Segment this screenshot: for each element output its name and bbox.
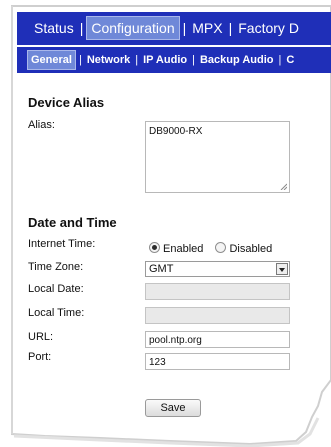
internet-time-disabled-option[interactable]: Disabled — [215, 242, 273, 255]
device-alias-heading: Device Alias — [28, 95, 105, 110]
subnav-separator: | — [192, 54, 195, 66]
subnav-separator: | — [78, 54, 82, 66]
sub-nav-bar: General | Network | IP Audio | Backup Audio | C — [17, 47, 331, 73]
nav-separator: | — [79, 20, 84, 36]
subtab-general[interactable]: General — [27, 50, 76, 70]
internet-time-enabled-option[interactable]: Enabled — [149, 242, 204, 255]
subnav-separator: | — [278, 54, 282, 66]
port-label: Port: — [28, 351, 52, 363]
resize-grip-icon[interactable] — [280, 183, 287, 190]
subtab-network[interactable]: Network — [85, 47, 132, 73]
port-input[interactable]: 123 — [145, 353, 290, 370]
main-nav-bar: Status | Configuration | MPX | Factory D — [17, 12, 331, 45]
internet-time-label: Internet Time: — [28, 238, 96, 250]
tab-status[interactable]: Status — [31, 12, 77, 45]
time-zone-value: GMT — [149, 263, 174, 275]
disabled-label: Disabled — [229, 243, 273, 255]
radio-disabled[interactable] — [215, 242, 227, 253]
subtab-backup-audio[interactable]: Backup Audio — [198, 47, 276, 73]
local-date-label: Local Date: — [28, 283, 84, 295]
time-zone-select[interactable]: GMT — [145, 261, 290, 277]
local-date-field — [145, 283, 290, 300]
tab-mpx[interactable]: MPX — [189, 12, 225, 45]
nav-separator: | — [228, 20, 233, 36]
alias-textarea[interactable]: DB9000-RX — [145, 121, 290, 193]
date-time-heading: Date and Time — [28, 215, 117, 230]
alias-label: Alias: — [28, 119, 55, 131]
tab-configuration[interactable]: Configuration — [86, 16, 180, 40]
internet-time-radio-group: Enabled Disabled — [149, 241, 281, 255]
url-input[interactable]: pool.ntp.org — [145, 331, 290, 348]
subtab-truncated[interactable]: C — [284, 47, 296, 73]
nav-separator: | — [182, 20, 187, 36]
chevron-down-icon[interactable] — [276, 263, 288, 275]
subtab-ip-audio[interactable]: IP Audio — [141, 47, 189, 73]
radio-enabled[interactable] — [149, 242, 160, 253]
url-label: URL: — [28, 331, 54, 343]
time-zone-label: Time Zone: — [28, 261, 84, 273]
subnav-separator: | — [135, 54, 139, 66]
tab-factory-defaults[interactable]: Factory D — [235, 12, 302, 45]
alias-value: DB9000-RX — [149, 126, 203, 137]
local-time-field — [145, 307, 290, 324]
save-button[interactable]: Save — [145, 399, 201, 417]
local-time-label: Local Time: — [28, 307, 85, 319]
enabled-label: Enabled — [163, 243, 204, 255]
